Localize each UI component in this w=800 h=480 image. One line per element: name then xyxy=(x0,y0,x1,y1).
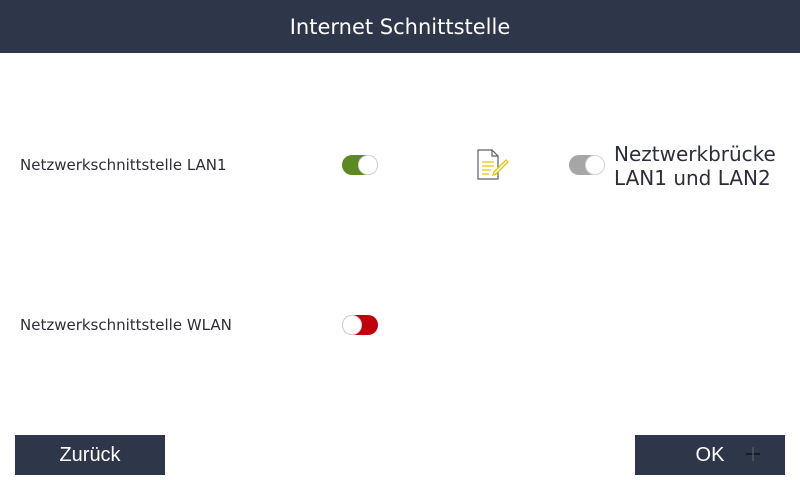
document-edit-icon[interactable] xyxy=(474,148,510,182)
back-button[interactable]: Zurück xyxy=(15,435,165,475)
page-title: Internet Schnittstelle xyxy=(289,14,511,39)
lan1-toggle[interactable] xyxy=(342,155,378,175)
lan1-label: Netzwerkschnittstelle LAN1 xyxy=(20,156,227,174)
bridge-label: Neztwerkbrücke LAN1 und LAN2 xyxy=(614,142,776,190)
bridge-toggle[interactable] xyxy=(569,155,605,175)
title-bar: Internet Schnittstelle xyxy=(0,0,800,53)
wlan-toggle[interactable] xyxy=(342,315,378,335)
wlan-label: Netzwerkschnittstelle WLAN xyxy=(20,316,232,334)
toggle-knob xyxy=(358,155,378,175)
ok-button[interactable]: OK xyxy=(635,435,785,475)
crosshair-cursor-icon xyxy=(745,446,761,462)
bridge-label-line2: LAN1 und LAN2 xyxy=(614,166,771,190)
bridge-label-line1: Neztwerkbrücke xyxy=(614,142,776,166)
toggle-knob xyxy=(585,155,605,175)
toggle-knob xyxy=(342,315,362,335)
